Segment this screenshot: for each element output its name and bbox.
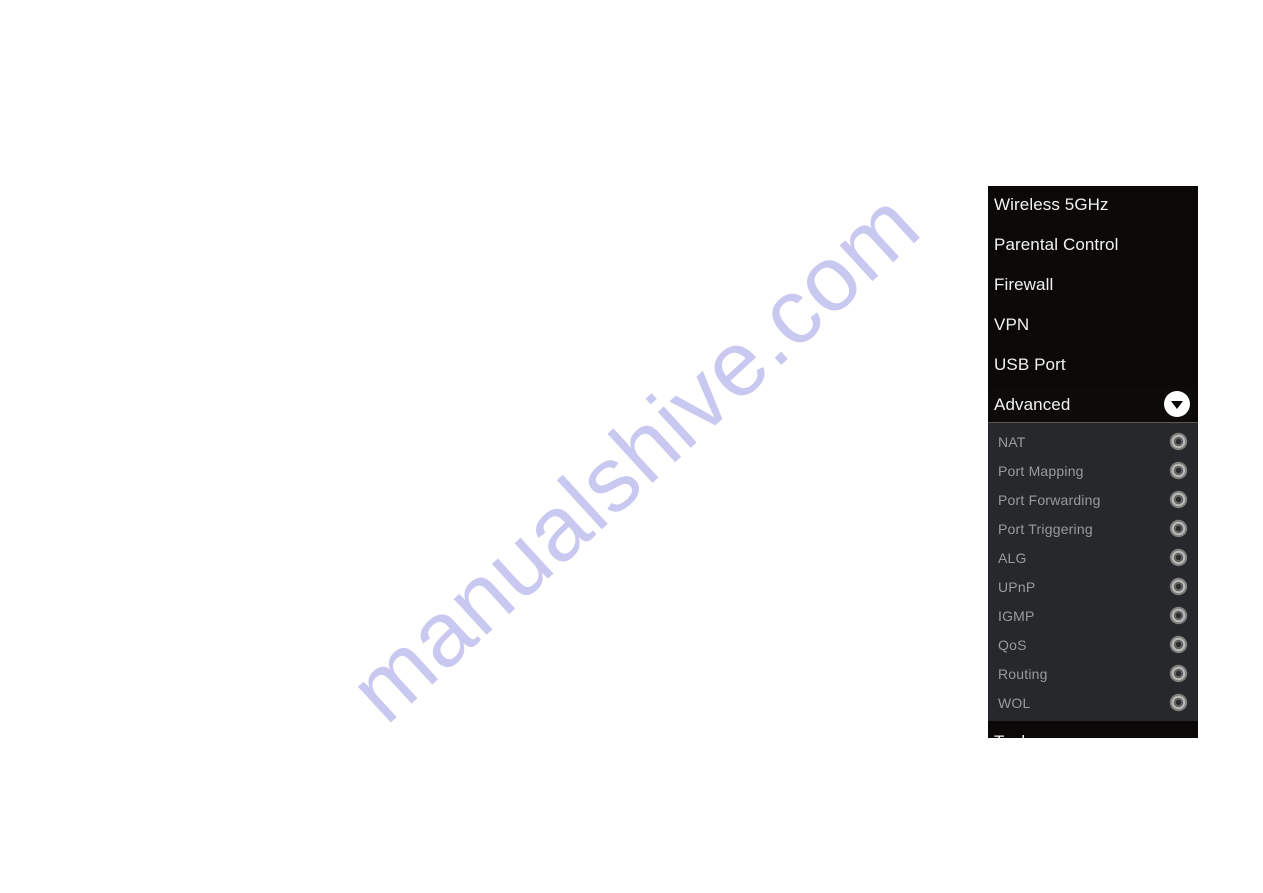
sidebar-item-label-tools: Tools: [994, 733, 1034, 739]
submenu-item-label: UPnP: [998, 578, 1036, 595]
navigation-panel: Wireless 5GHz Parental Control Firewall VPN…: [988, 186, 1198, 738]
sidebar-item-label: Parental Control: [994, 234, 1119, 254]
gear-icon[interactable]: [1169, 664, 1188, 683]
gear-icon[interactable]: [1169, 606, 1188, 625]
submenu-item-label: Routing: [998, 665, 1048, 682]
submenu-item-label: NAT: [998, 433, 1026, 450]
submenu-item-port-triggering[interactable]: Port Triggering: [992, 514, 1198, 543]
gear-icon[interactable]: [1169, 548, 1188, 567]
gear-icon[interactable]: [1169, 461, 1188, 480]
gear-icon[interactable]: [1169, 519, 1188, 538]
gear-icon[interactable]: [1169, 577, 1188, 596]
gear-icon[interactable]: [1169, 490, 1188, 509]
sidebar-item-label: Wireless 5GHz: [994, 194, 1109, 214]
advanced-submenu-list: NAT Port Mapping Port Forwarding Port Trigg…: [988, 423, 1198, 721]
sidebar-item-label: Advanced: [994, 394, 1071, 414]
sidebar-item-parental-control[interactable]: Parental Control: [988, 226, 1198, 262]
submenu-item-label: WOL: [998, 694, 1031, 711]
submenu-item-port-forwarding[interactable]: Port Forwarding: [992, 485, 1198, 514]
gear-icon[interactable]: [1169, 693, 1188, 712]
submenu-item-qos[interactable]: QoS: [992, 630, 1198, 659]
sidebar-item-label: Firewall: [994, 274, 1054, 294]
page-canvas: manualshive.com Wireless 5GHz Parental Co…: [0, 0, 1263, 893]
sidebar-item-wireless-5ghz[interactable]: Wireless 5GHz: [988, 186, 1198, 222]
chevron-down-icon[interactable]: [1164, 391, 1190, 417]
submenu-item-routing[interactable]: Routing: [992, 659, 1198, 688]
submenu-item-alg[interactable]: ALG: [992, 543, 1198, 572]
submenu-item-label: QoS: [998, 636, 1027, 653]
submenu-item-igmp[interactable]: IGMP: [992, 601, 1198, 630]
sidebar-item-usb-port[interactable]: USB Port: [988, 346, 1198, 382]
submenu-item-label: Port Mapping: [998, 462, 1084, 479]
submenu-item-label: IGMP: [998, 607, 1035, 624]
sidebar-item-vpn[interactable]: VPN: [988, 306, 1198, 342]
sidebar-item-label: VPN: [994, 314, 1030, 334]
sidebar-item-advanced[interactable]: Advanced: [988, 386, 1198, 423]
submenu-item-wol[interactable]: WOL: [992, 688, 1198, 717]
submenu-item-port-mapping[interactable]: Port Mapping: [992, 456, 1198, 485]
sidebar-item-tools[interactable]: Tools: [988, 721, 1198, 738]
submenu-item-nat[interactable]: NAT: [992, 427, 1198, 456]
gear-icon[interactable]: [1169, 635, 1188, 654]
submenu-item-label: Port Forwarding: [998, 491, 1101, 508]
submenu-item-upnp[interactable]: UPnP: [992, 572, 1198, 601]
submenu-item-label: Port Triggering: [998, 520, 1093, 537]
sidebar-item-label: USB Port: [994, 354, 1066, 374]
gear-icon[interactable]: [1169, 432, 1188, 451]
sidebar-item-firewall[interactable]: Firewall: [988, 266, 1198, 302]
submenu-item-label: ALG: [998, 549, 1027, 566]
watermark-text: manualshive.com: [330, 172, 939, 742]
main-menu-list: Wireless 5GHz Parental Control Firewall VPN…: [988, 186, 1198, 423]
chevron-down-glyph: [1171, 400, 1183, 409]
